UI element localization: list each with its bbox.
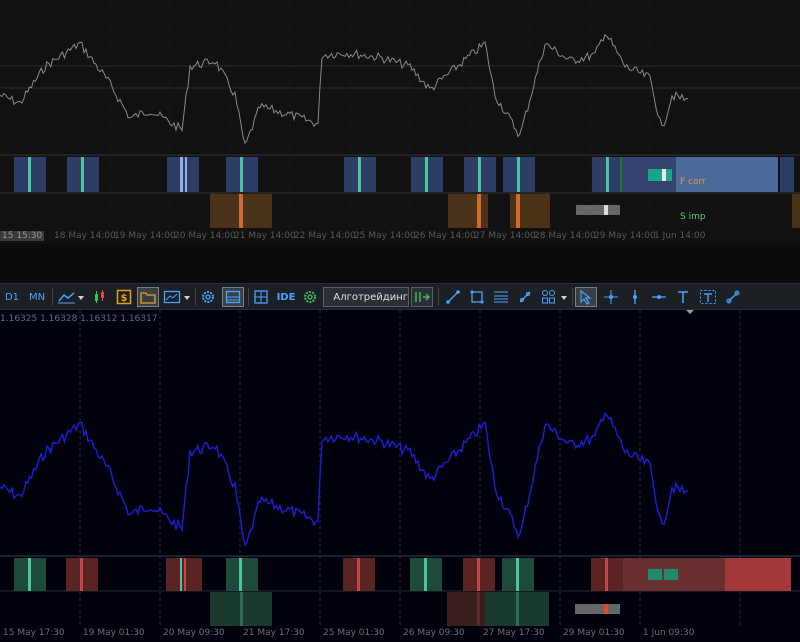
open-folder-button[interactable] (137, 287, 159, 307)
bottom-chart-canvas[interactable]: 1.16325 1.16328 1.16312 1.16317 (0, 310, 800, 626)
algo-toggle-button[interactable] (411, 287, 433, 307)
f-corr-label: F corr (680, 177, 706, 187)
indicators-icon (95, 290, 104, 303)
axis-tick: 29 May 14:00 (594, 231, 656, 241)
ide-button[interactable]: IDE (274, 287, 298, 307)
vertical-line-icon (633, 290, 637, 304)
axis-tick: 27 May 14:00 (474, 231, 536, 241)
axis-tick: 18 May 14:00 (54, 231, 116, 241)
fibo-icon (519, 291, 531, 303)
axis-tick: 28 May 14:00 (534, 231, 596, 241)
axis-tick: 25 May 01:30 (323, 628, 385, 638)
layout-button[interactable] (222, 287, 244, 307)
text-tool[interactable] (673, 287, 693, 307)
arrow-tool[interactable] (723, 287, 743, 307)
horizontal-line-tool[interactable] (649, 287, 669, 307)
algo-trading-button[interactable]: Алготрейдинг (323, 287, 409, 307)
rectangle-tool[interactable] (467, 287, 487, 307)
price-line (0, 412, 688, 547)
rectangle-icon (470, 290, 484, 304)
chart-template-button[interactable] (162, 287, 192, 307)
chart-toolbar: D1 MN $ IDE Алготрейдинг (0, 283, 800, 310)
settings-icon (202, 291, 214, 303)
crosshair-tool[interactable] (601, 287, 621, 307)
trading-button[interactable]: $ (114, 287, 134, 307)
channel-tool[interactable] (491, 287, 511, 307)
axis-current-label: 15 15:30 (0, 231, 45, 241)
grid-icon (254, 290, 268, 304)
dollar-icon: $ (116, 289, 132, 305)
bottom-time-axis: 15 May 17:30 19 May 01:30 20 May 09:30 2… (0, 626, 800, 642)
dropdown-icon (561, 296, 567, 300)
axis-tick: 29 May 01:30 (563, 628, 625, 638)
axis-tick: 21 May 14:00 (234, 231, 296, 241)
timeframe-mn-button[interactable]: MN (26, 287, 48, 307)
layout-icon (225, 290, 241, 304)
ohlc-readout: 1.16325 1.16328 1.16312 1.16317 (0, 314, 157, 324)
axis-tick: 26 May 14:00 (414, 231, 476, 241)
chart-template-icon (163, 290, 190, 304)
axis-tick: 1 Jun 09:30 (643, 628, 695, 638)
timeframe-d1-button[interactable]: D1 (2, 287, 22, 307)
axis-tick: 19 May 14:00 (114, 231, 176, 241)
axis-tick: 20 May 09:30 (163, 628, 225, 638)
horizontal-line-icon (652, 295, 666, 299)
chart-type-icon (58, 292, 84, 304)
shapes-tool[interactable] (539, 287, 569, 307)
indicators-button[interactable] (90, 287, 110, 307)
arrow-tool-icon (726, 290, 740, 304)
settings-button[interactable] (198, 287, 218, 307)
axis-tick: 19 May 01:30 (83, 628, 145, 638)
text-label-tool[interactable] (697, 287, 719, 307)
top-chart-canvas[interactable]: F corr S imp (0, 0, 800, 229)
algo-trading-label: Алготрейдинг (333, 291, 408, 303)
signal-band (447, 592, 487, 626)
text-label-icon (700, 290, 716, 304)
price-line (0, 33, 689, 145)
chart-separator (0, 243, 800, 283)
shapes-icon (542, 290, 567, 304)
top-chart[interactable]: F corr S imp (0, 0, 800, 229)
axis-tick: 26 May 09:30 (403, 628, 465, 638)
fibo-tool[interactable] (515, 287, 535, 307)
dropdown-icon (78, 296, 84, 300)
s-imp-label: S imp (680, 212, 706, 222)
tile-windows-button[interactable] (251, 287, 271, 307)
axis-tick: 27 May 17:30 (483, 628, 545, 638)
algo-settings-button[interactable] (300, 287, 320, 307)
bottom-chart[interactable]: 1.16325 1.16328 1.16312 1.16317 (0, 310, 800, 626)
folder-icon (140, 292, 156, 304)
text-icon (678, 291, 688, 303)
svg-text:$: $ (121, 293, 128, 304)
axis-tick: 1 Jun 14:00 (654, 231, 706, 241)
s-imp-band (448, 194, 488, 228)
s-imp-band (792, 194, 800, 228)
axis-tick: 21 May 17:30 (243, 628, 305, 638)
gear-icon (304, 291, 316, 303)
vertical-line-tool[interactable] (625, 287, 645, 307)
shift-marker-icon[interactable] (686, 310, 694, 314)
cursor-icon (580, 289, 592, 305)
cursor-tool[interactable] (575, 287, 597, 307)
axis-tick: 15 May 17:30 (3, 628, 65, 638)
axis-tick: 25 May 14:00 (354, 231, 416, 241)
chart-type-button[interactable] (56, 287, 86, 307)
algo-trading-icon (415, 292, 430, 302)
f-corr-band (780, 157, 794, 192)
dropdown-icon (184, 296, 190, 300)
crosshair-icon (604, 290, 618, 304)
axis-tick: 22 May 14:00 (294, 231, 356, 241)
trendline-icon (446, 290, 460, 304)
signal-band (725, 558, 791, 591)
trendline-tool[interactable] (443, 287, 463, 307)
channel-icon (494, 291, 508, 303)
top-time-axis: 15 15:30 18 May 14:00 19 May 14:00 20 Ma… (0, 229, 800, 243)
axis-tick: 20 May 14:00 (174, 231, 236, 241)
